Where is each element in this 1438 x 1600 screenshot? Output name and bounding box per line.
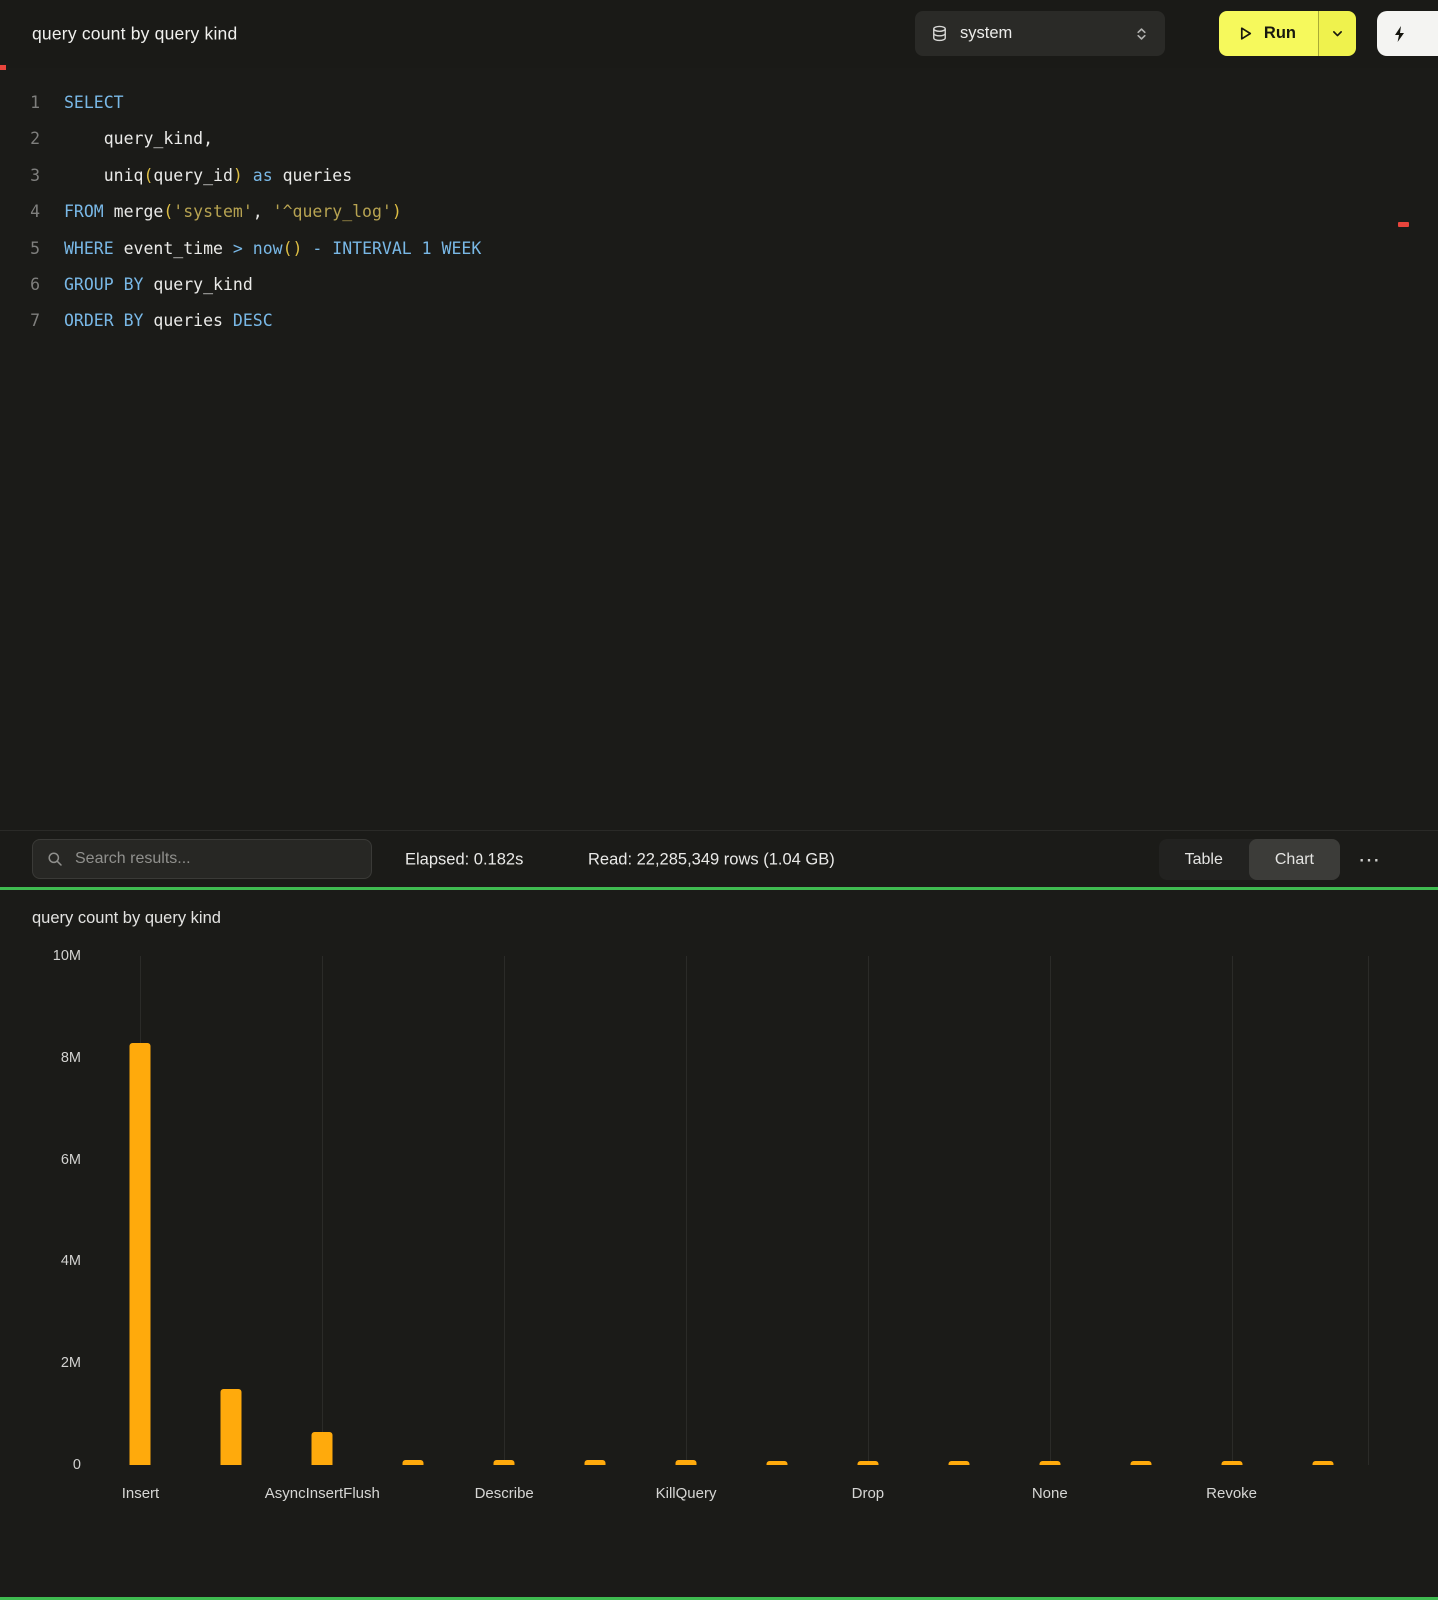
view-tab-chart[interactable]: Chart <box>1249 839 1340 880</box>
y-axis-tick: 10M <box>53 948 81 964</box>
y-axis-tick: 2M <box>61 1355 81 1371</box>
edge-button-icon <box>1392 25 1408 43</box>
elapsed-stat: Elapsed: 0.182s <box>405 850 523 869</box>
line-number: 1 <box>0 85 40 121</box>
gridline <box>1050 956 1051 1465</box>
code-line: 5WHERE event_time > now() - INTERVAL 1 W… <box>0 231 1438 267</box>
run-button-group: Run <box>1219 11 1356 56</box>
bar-chart-plot: 02M4M6M8M10MInsertAsyncInsertFlushDescri… <box>95 956 1368 1465</box>
play-icon <box>1237 25 1254 42</box>
bar-unlabeled-11 <box>1130 1461 1151 1465</box>
editor-error-mark-left <box>0 65 6 70</box>
chart-panel: query count by query kind 02M4M6M8M10MIn… <box>0 890 1438 1597</box>
cut-off-toolbar-button[interactable] <box>1377 11 1438 56</box>
topbar: query count by query kind system <box>0 0 1438 68</box>
bar-unlabeled-3 <box>403 1460 424 1465</box>
x-axis-label: Describe <box>475 1485 534 1502</box>
bar-unlabeled-7 <box>766 1461 787 1465</box>
code-lines: 1SELECT2 query_kind,3 uniq(query_id) as … <box>0 85 1438 340</box>
bar-none <box>1039 1461 1060 1465</box>
bar-describe <box>494 1460 515 1465</box>
bar-unlabeled-1 <box>221 1389 242 1465</box>
search-results-input[interactable] <box>73 849 357 869</box>
more-options-button[interactable]: ⋯ <box>1352 849 1386 871</box>
view-tab-table[interactable]: Table <box>1159 839 1249 880</box>
line-number: 7 <box>0 303 40 339</box>
code-line: 7ORDER BY queries DESC <box>0 303 1438 339</box>
page-title: query count by query kind <box>32 24 237 45</box>
code-line: 4FROM merge('system', '^query_log') <box>0 194 1438 230</box>
code-line: 1SELECT <box>0 85 1438 121</box>
x-axis-label: AsyncInsertFlush <box>265 1485 380 1502</box>
chevron-down-icon <box>1331 27 1344 40</box>
app-root: query count by query kind system <box>0 0 1438 1600</box>
bar-unlabeled-9 <box>948 1461 969 1465</box>
search-results-box <box>32 839 372 879</box>
gridline <box>504 956 505 1465</box>
code-text: GROUP BY query_kind <box>40 267 253 303</box>
database-selector[interactable]: system <box>915 11 1165 56</box>
gridline <box>322 956 323 1465</box>
gridline <box>1232 956 1233 1465</box>
search-icon <box>47 851 63 867</box>
bar-drop <box>857 1461 878 1465</box>
x-axis-label: None <box>1032 1485 1068 1502</box>
read-stat: Read: 22,285,349 rows (1.04 GB) <box>588 850 835 869</box>
sql-editor[interactable]: 1SELECT2 query_kind,3 uniq(query_id) as … <box>0 68 1438 830</box>
y-axis-tick: 8M <box>61 1050 81 1066</box>
bar-asyncinsertflush <box>312 1432 333 1465</box>
line-number: 4 <box>0 194 40 230</box>
run-button[interactable]: Run <box>1219 11 1318 56</box>
code-line: 3 uniq(query_id) as queries <box>0 158 1438 194</box>
run-options-button[interactable] <box>1318 11 1356 56</box>
line-number: 3 <box>0 158 40 194</box>
bar-revoke <box>1221 1461 1242 1465</box>
bar-killquery <box>676 1460 697 1465</box>
view-toggle: TableChart <box>1159 839 1340 880</box>
code-text: ORDER BY queries DESC <box>40 303 273 339</box>
x-axis-label: Insert <box>122 1485 160 1502</box>
line-number: 5 <box>0 231 40 267</box>
x-axis-label: Drop <box>852 1485 885 1502</box>
scrollbar-annotation-mark <box>1398 222 1409 227</box>
code-text: query_kind, <box>40 121 213 157</box>
bar-unlabeled-5 <box>585 1460 606 1465</box>
results-toolbar: Elapsed: 0.182s Read: 22,285,349 rows (1… <box>0 830 1438 888</box>
code-line: 2 query_kind, <box>0 121 1438 157</box>
chart-title: query count by query kind <box>32 909 221 928</box>
code-text: WHERE event_time > now() - INTERVAL 1 WE… <box>40 231 481 267</box>
gridline <box>868 956 869 1465</box>
line-number: 2 <box>0 121 40 157</box>
gridline <box>686 956 687 1465</box>
chevron-up-down-icon <box>1134 26 1149 42</box>
bar-insert <box>130 1043 151 1465</box>
database-selector-value: system <box>960 24 1012 43</box>
y-axis-tick: 4M <box>61 1253 81 1269</box>
database-icon <box>931 25 948 42</box>
x-axis-label: KillQuery <box>656 1485 717 1502</box>
gridline <box>1368 956 1369 1465</box>
y-axis-tick: 6M <box>61 1152 81 1168</box>
code-text: SELECT <box>40 85 124 121</box>
bar-unlabeled-13 <box>1312 1461 1333 1465</box>
code-text: FROM merge('system', '^query_log') <box>40 194 402 230</box>
x-axis-label: Revoke <box>1206 1485 1257 1502</box>
code-text: uniq(query_id) as queries <box>40 158 352 194</box>
code-line: 6GROUP BY query_kind <box>0 267 1438 303</box>
line-number: 6 <box>0 267 40 303</box>
y-axis-tick: 0 <box>73 1457 81 1473</box>
run-button-label: Run <box>1264 24 1296 43</box>
